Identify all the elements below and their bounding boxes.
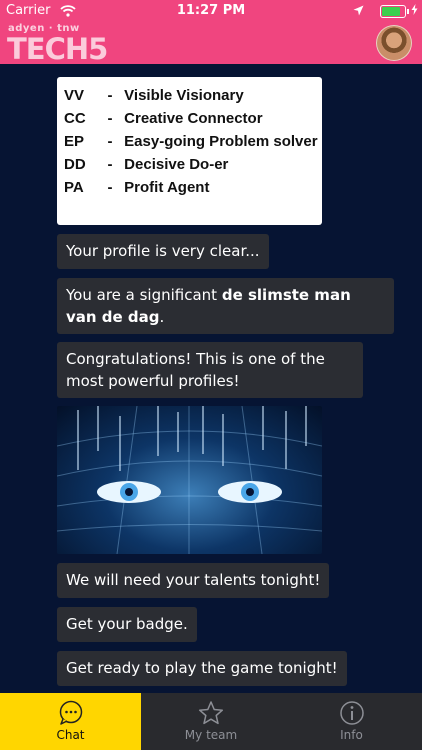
info-icon <box>339 701 364 725</box>
charging-bolt-icon <box>411 4 418 19</box>
chat-bubble-icon <box>59 700 82 725</box>
message-text: Your profile is very clear... <box>66 242 260 260</box>
app-header: adyen · tnw TECH5 <box>0 22 422 64</box>
message-bubble: Congratulations! This is one of the most… <box>57 342 363 398</box>
profile-row: DD - Decisive Do-er <box>64 156 229 173</box>
message-bubble: Get your badge. <box>57 607 197 642</box>
profile-legend-image: VV - Visible Visionary CC - Creative Conne… <box>57 77 322 225</box>
profile-row: CC - Creative Connector <box>64 110 263 127</box>
message-bubble: Get ready to play the game tonight! <box>57 651 347 686</box>
app-title: TECH5 <box>7 32 108 64</box>
ai-eyes-image <box>57 406 322 554</box>
message-text: Get your badge. <box>66 615 188 633</box>
tab-chat[interactable]: Chat <box>0 693 141 750</box>
message-text: You are a significant <box>66 286 222 304</box>
message-bubble: Your profile is very clear... <box>57 234 269 269</box>
profile-row: PA - Profit Agent <box>64 179 210 196</box>
message-bubble: We will need your talents tonight! <box>57 563 330 598</box>
message-text: We will need your talents tonight! <box>66 571 321 589</box>
message-text: . <box>159 308 165 326</box>
message-text: Get ready to play the game tonight! <box>66 659 338 677</box>
tab-label: Chat <box>56 728 85 742</box>
status-bar: Carrier 11:27 PM <box>0 0 422 22</box>
tab-label: Info <box>340 728 363 742</box>
location-arrow-icon <box>353 5 364 20</box>
tab-bar: Chat My team Info <box>0 693 422 750</box>
message-text: Congratulations! This is one of the most… <box>66 350 325 390</box>
eyes-illustration <box>57 406 322 554</box>
chat-feed[interactable]: VV - Visible Visionary CC - Creative Conne… <box>0 64 422 693</box>
tab-label: My team <box>184 728 238 742</box>
tab-info[interactable]: Info <box>281 693 422 750</box>
battery-level <box>382 7 400 16</box>
battery-icon <box>380 5 409 18</box>
profile-row: EP - Easy-going Problem solver <box>64 133 318 150</box>
profile-row: VV - Visible Visionary <box>64 87 244 104</box>
star-icon <box>198 701 224 725</box>
message-bubble: You are a significant de slimste man van… <box>57 278 394 334</box>
avatar[interactable] <box>376 25 412 61</box>
tab-my-team[interactable]: My team <box>141 693 281 750</box>
